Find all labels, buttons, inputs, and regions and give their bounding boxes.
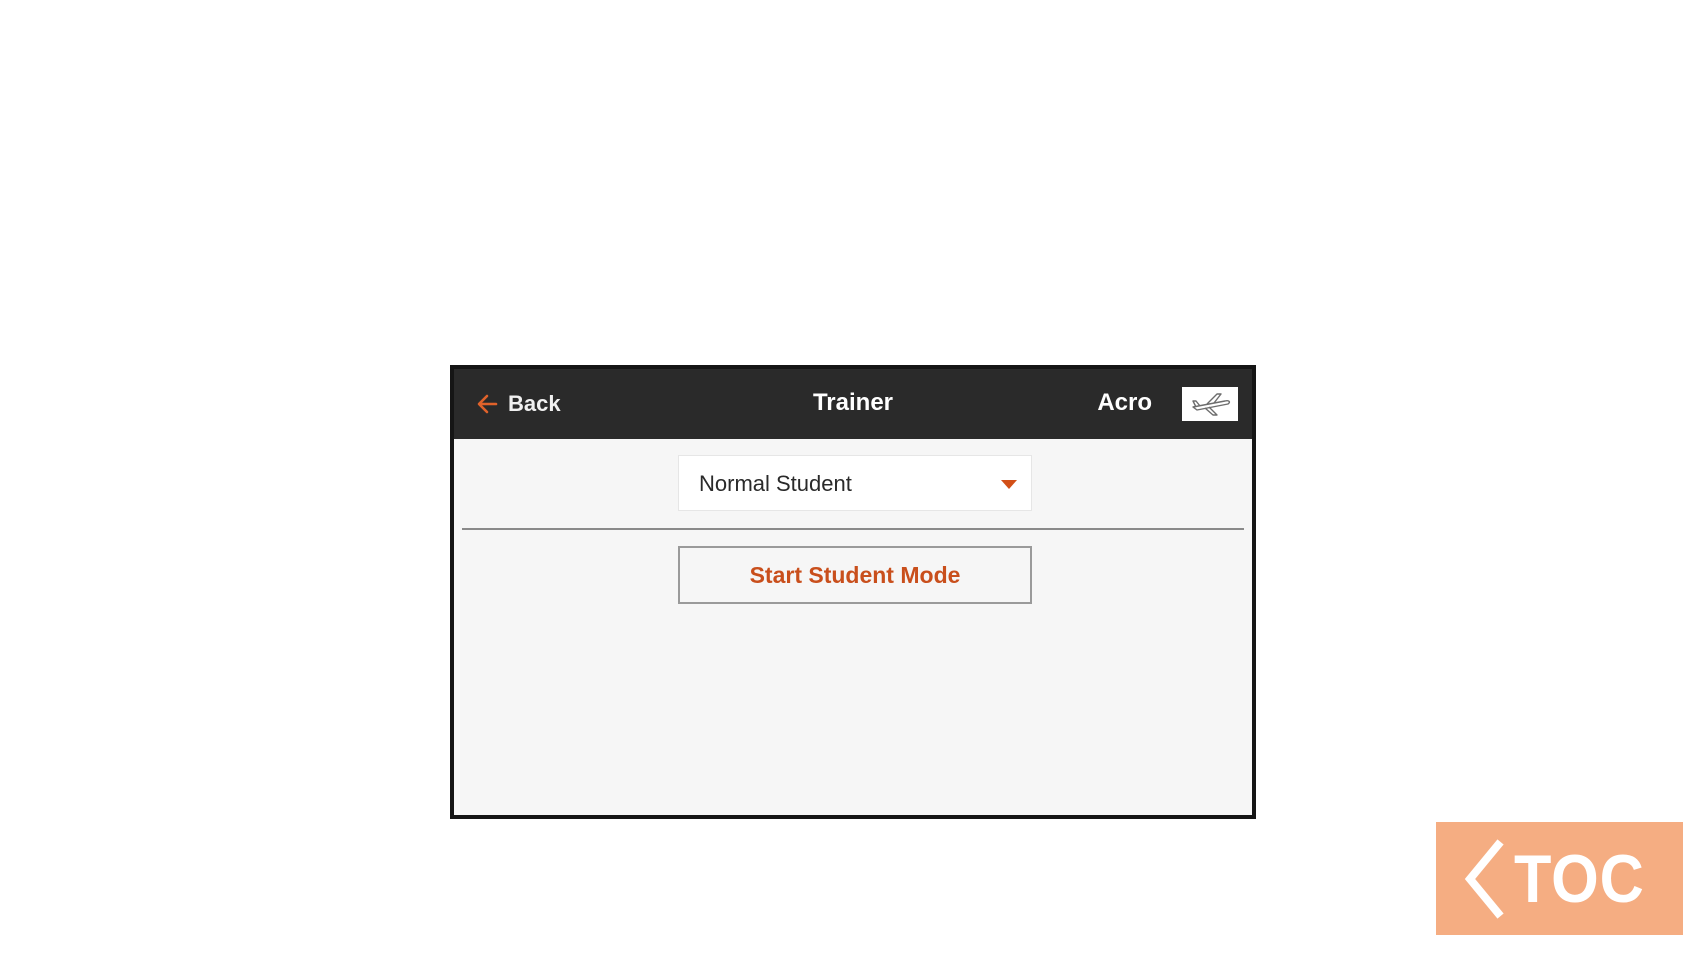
start-student-mode-button[interactable]: Start Student Mode [678, 546, 1032, 604]
chevron-down-icon [1001, 480, 1017, 489]
trainer-mode-value: Normal Student [699, 471, 852, 496]
trainer-mode-dropdown[interactable]: Normal Student [678, 455, 1032, 511]
transmitter-screen: Back Trainer Acro Normal Student Start S… [450, 365, 1256, 819]
toc-button[interactable]: TOC [1436, 822, 1683, 935]
start-student-mode-label: Start Student Mode [749, 561, 961, 588]
airplane-icon [1192, 393, 1231, 416]
model-image-button[interactable] [1182, 387, 1238, 421]
divider [462, 528, 1244, 530]
toc-label: TOC [1513, 840, 1645, 917]
title-bar: Back Trainer Acro [454, 369, 1252, 439]
model-type-label: Acro [1097, 389, 1152, 416]
chevron-left-icon [1464, 838, 1504, 919]
